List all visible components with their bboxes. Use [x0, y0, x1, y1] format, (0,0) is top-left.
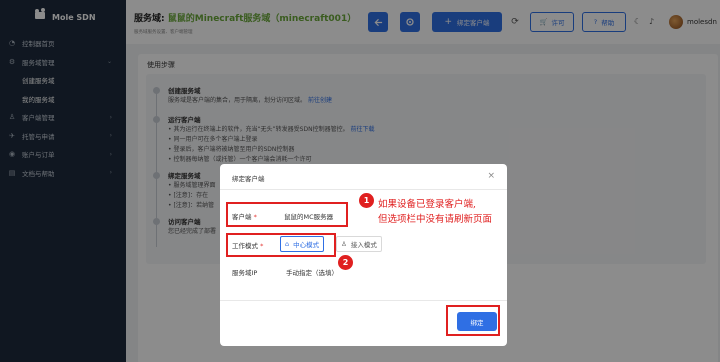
annotation-note: 如果设备已登录客户端, 但选项栏中没有请刷新页面	[378, 197, 492, 227]
annotation-badge-2: 2	[338, 255, 353, 270]
annotation-badge-1: 1	[359, 193, 374, 208]
domain-ip-label: 服务域IP	[232, 269, 258, 277]
dialog-title: 绑定客户端	[232, 175, 265, 183]
person-icon: ♙	[341, 240, 347, 248]
note-line-1: 如果设备已登录客户端,	[378, 199, 477, 210]
close-icon[interactable]: ×	[487, 171, 495, 181]
note-line-2: 但选项栏中没有请刷新页面	[378, 214, 493, 225]
domain-ip-input[interactable]: 手动指定（选填）	[286, 267, 338, 277]
annotation-box-mode	[226, 233, 336, 257]
annotation-box-client	[226, 202, 348, 227]
mode-access-label: 接入模式	[350, 241, 377, 249]
divider	[220, 189, 507, 190]
mode-access-button[interactable]: ♙ 接入模式	[336, 236, 382, 252]
annotation-box-confirm	[446, 305, 500, 336]
divider	[220, 300, 507, 301]
